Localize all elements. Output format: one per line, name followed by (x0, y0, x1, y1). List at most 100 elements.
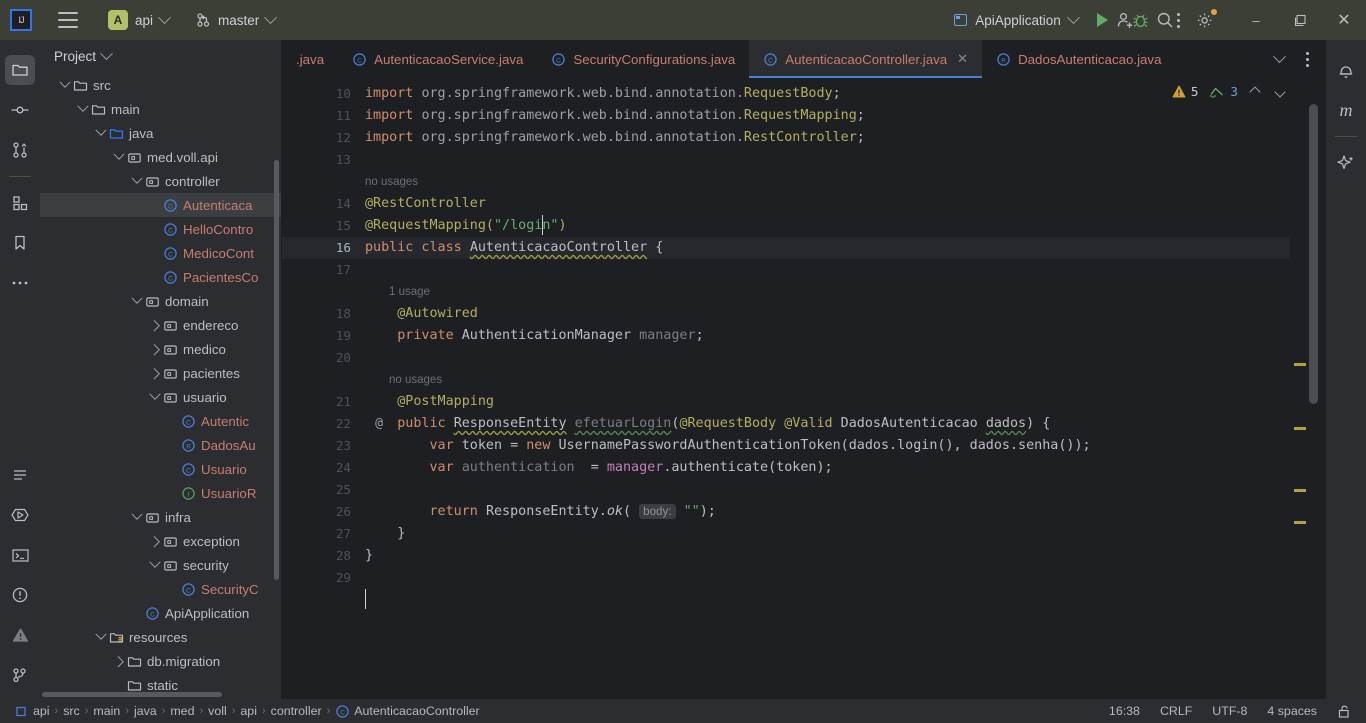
code-line[interactable]: } (357, 545, 373, 567)
code-line[interactable]: @RequestMapping("/login") (357, 215, 567, 237)
editor-tab-java[interactable]: .java (282, 40, 338, 78)
code-line[interactable]: var authentication = manager.authenticat… (357, 457, 832, 479)
close-button[interactable]: ✕ (1322, 0, 1366, 40)
hamburger-menu-icon[interactable] (58, 12, 78, 28)
sidebar-item-run[interactable] (5, 500, 35, 530)
tree-item-static[interactable]: static (40, 673, 281, 691)
code-line[interactable]: import org.springframework.web.bind.anno… (357, 105, 865, 127)
error-stripe-marker[interactable] (1294, 427, 1306, 430)
sidebar-item-problems[interactable] (5, 580, 35, 610)
sidebar-item-version-control[interactable] (5, 660, 35, 690)
tree-item-usuarior[interactable]: I UsuarioR (40, 481, 281, 505)
breadcrumb-item[interactable]: java (134, 704, 157, 718)
code-line[interactable]: var token = new UsernamePasswordAuthenti… (357, 435, 1090, 457)
chevron-right-icon[interactable] (148, 342, 162, 356)
breadcrumb-item[interactable]: med (170, 704, 194, 718)
code-line[interactable]: import org.springframework.web.bind.anno… (357, 83, 841, 105)
tree-item-controller[interactable]: controller (40, 169, 281, 193)
chevron-right-icon[interactable] (112, 654, 126, 668)
code-line[interactable]: @PostMapping (357, 391, 494, 413)
tree-item-hellocontro[interactable]: C HelloContro (40, 217, 281, 241)
tab-list-button[interactable] (1266, 46, 1292, 72)
status-time[interactable]: 16:38 (1109, 704, 1140, 718)
breadcrumb-item[interactable]: controller (271, 704, 322, 718)
code-line[interactable] (357, 479, 365, 501)
search-everywhere-button[interactable] (1152, 7, 1178, 33)
tree-item-autentic[interactable]: C Autentic (40, 409, 281, 433)
tree-item-endereco[interactable]: endereco (40, 313, 281, 337)
project-selector[interactable]: A api (104, 0, 173, 40)
previous-problem-button[interactable] (1249, 85, 1261, 98)
add-account-button[interactable] (1112, 7, 1138, 33)
chevron-down-icon[interactable] (130, 294, 144, 308)
tree-item-resources[interactable]: resources (40, 625, 281, 649)
editor-tab-autenticacaoservice-java[interactable]: C AutenticacaoService.java (338, 40, 537, 78)
breadcrumb-item[interactable]: src (63, 704, 80, 718)
status-indent[interactable]: 4 spaces (1267, 704, 1317, 718)
chevron-down-icon[interactable] (94, 126, 108, 140)
tree-item-medicocont[interactable]: C MedicoCont (40, 241, 281, 265)
code-line[interactable] (357, 149, 365, 171)
code-line[interactable]: import org.springframework.web.bind.anno… (357, 127, 865, 149)
tree-item-db-migration[interactable]: db.migration (40, 649, 281, 673)
chevron-right-icon[interactable] (148, 318, 162, 332)
project-tree[interactable]: src main java med.voll.api controller C Autent… (40, 73, 281, 691)
tree-item-exception[interactable]: exception (40, 529, 281, 553)
chevron-down-icon[interactable] (58, 78, 72, 92)
breadcrumb-item[interactable]: main (93, 704, 120, 718)
sidebar-item-more-tools[interactable] (5, 268, 35, 298)
tree-item-usuario[interactable]: usuario (40, 385, 281, 409)
breadcrumb-item[interactable]: C AutenticacaoController (335, 704, 480, 719)
sidebar-item-warnings[interactable] (5, 620, 35, 650)
chevron-down-icon[interactable] (148, 558, 162, 572)
inlay-usage-hint[interactable]: 1 usage (357, 281, 430, 303)
code-line[interactable]: private AuthenticationManager manager; (357, 325, 703, 347)
tree-item-apiapplication[interactable]: C ApiApplication (40, 601, 281, 625)
tree-item-dadosau[interactable]: R DadosAu (40, 433, 281, 457)
editor-scrollbar[interactable] (1309, 78, 1318, 699)
project-tree-hscrollbar[interactable] (42, 692, 222, 697)
sidebar-item-ai-assistant[interactable] (1331, 148, 1361, 178)
sidebar-item-maven[interactable]: m (1331, 95, 1361, 125)
tree-item-med-voll-api[interactable]: med.voll.api (40, 145, 281, 169)
chevron-down-icon[interactable] (94, 630, 108, 644)
project-panel-header[interactable]: Project (40, 40, 281, 73)
editor-tab-dadosautenticacao-java[interactable]: R DadosAutenticacao.java (982, 40, 1175, 78)
error-stripe-marker[interactable] (1294, 489, 1306, 492)
chevron-down-icon[interactable] (112, 150, 126, 164)
sidebar-item-pull-requests[interactable] (5, 135, 35, 165)
code-line[interactable]: return ResponseEntity.ok( body: ""); (357, 501, 716, 523)
breadcrumb-item[interactable]: api (240, 704, 257, 718)
breadcrumb-item[interactable]: api (14, 704, 50, 719)
code-line[interactable]: @Autowired (357, 303, 478, 325)
tree-item-autenticaca[interactable]: C Autenticaca (40, 193, 281, 217)
inspection-widget[interactable]: 5 3 (1172, 84, 1286, 99)
editor-error-stripe[interactable] (1294, 108, 1306, 695)
code-line[interactable]: public class AutenticacaoController { (357, 237, 663, 259)
branch-selector[interactable]: master (195, 0, 278, 40)
chevron-down-icon[interactable] (130, 174, 144, 188)
code-line[interactable] (357, 259, 365, 281)
chevron-right-icon[interactable] (148, 366, 162, 380)
next-problem-button[interactable] (1274, 85, 1286, 98)
inlay-usage-hint[interactable]: no usages (357, 369, 442, 391)
editor-tab-autenticacaocontroller-java[interactable]: C AutenticacaoController.java ✕ (749, 40, 983, 78)
editor-scrollbar-thumb[interactable] (1309, 104, 1318, 404)
tree-item-security[interactable]: security (40, 553, 281, 577)
tree-item-infra[interactable]: infra (40, 505, 281, 529)
tree-item-java[interactable]: java (40, 121, 281, 145)
tab-options-button[interactable] (1294, 46, 1320, 72)
status-line-separator[interactable]: CRLF (1160, 704, 1192, 718)
tree-item-domain[interactable]: domain (40, 289, 281, 313)
code-line[interactable] (357, 567, 365, 589)
tree-item-securityc[interactable]: C SecurityC (40, 577, 281, 601)
tree-item-medico[interactable]: medico (40, 337, 281, 361)
sidebar-item-commit[interactable] (5, 95, 35, 125)
breadcrumb-item[interactable]: voll (208, 704, 227, 718)
editor-code-area[interactable]: import org.springframework.web.bind.anno… (357, 78, 1290, 699)
code-line[interactable]: public ResponseEntity efetuarLogin(@Requ… (357, 413, 1050, 435)
settings-button[interactable] (1192, 7, 1218, 33)
minimize-button[interactable]: – (1234, 0, 1278, 40)
sidebar-item-notifications[interactable] (1331, 55, 1361, 85)
sidebar-item-todo[interactable] (5, 460, 35, 490)
